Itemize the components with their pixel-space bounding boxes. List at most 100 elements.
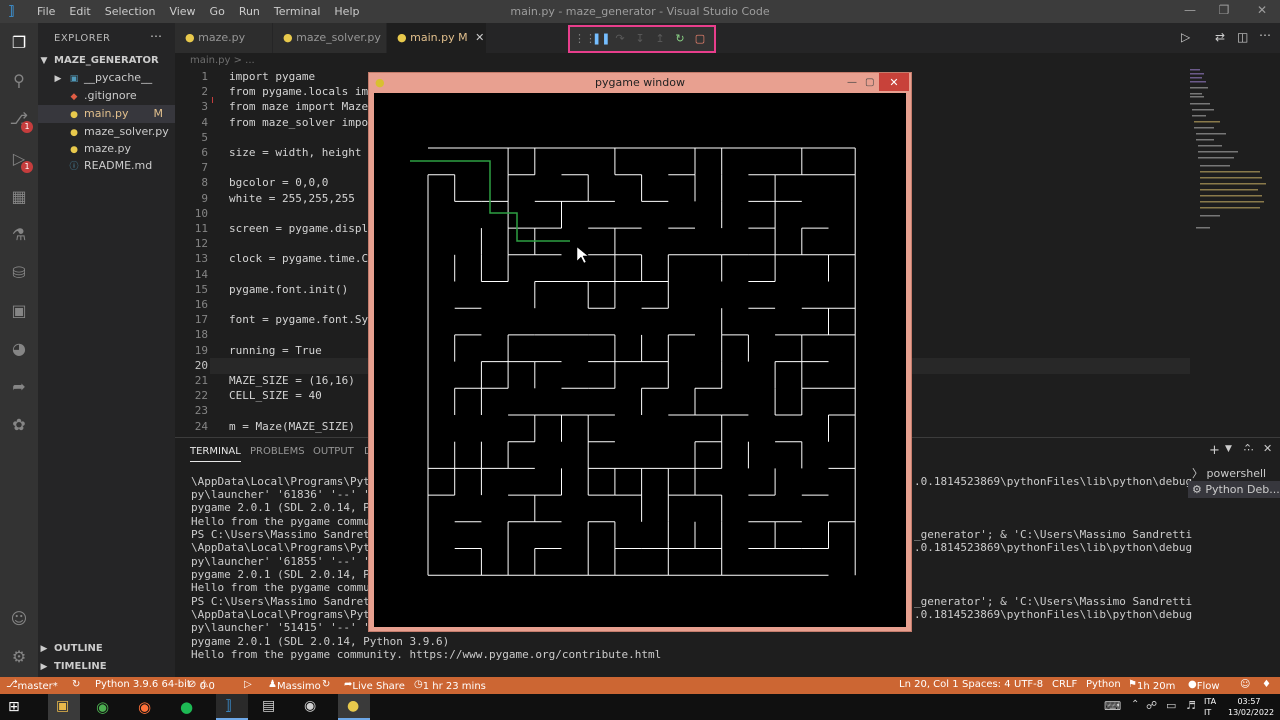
- folder-root[interactable]: ▼ MAZE_GENERATOR: [38, 52, 175, 70]
- paw-icon[interactable]: ✿: [9, 415, 29, 435]
- terminal-line: py\launcher' '61855' '--' 'c:\: [191, 555, 390, 568]
- spotify-icon[interactable]: ●: [180, 698, 193, 716]
- flow-indicator[interactable]: ● Flow: [1188, 679, 1220, 692]
- taskbar-python[interactable]: ●: [338, 694, 370, 720]
- chrome-icon[interactable]: ◉: [96, 698, 109, 716]
- split-editor-icon[interactable]: ◫: [1237, 30, 1248, 44]
- obs-icon[interactable]: ◉: [304, 698, 316, 714]
- feedback-icon[interactable]: ☺: [1240, 679, 1250, 690]
- minimize-icon[interactable]: —: [1182, 3, 1198, 19]
- tab-maze-solver-py[interactable]: ● maze_solver.py: [273, 23, 387, 53]
- extensions-icon[interactable]: ▦: [9, 187, 29, 207]
- user-indicator[interactable]: ♟ Massimo: [268, 679, 321, 692]
- account-icon[interactable]: ☺: [9, 609, 29, 629]
- tree-item-pycache[interactable]: ▶ ▣ __pycache__: [38, 69, 175, 87]
- maximize-panel-icon[interactable]: ⌃: [1243, 442, 1252, 455]
- step-out-icon[interactable]: ↥: [652, 31, 668, 47]
- run-file-icon[interactable]: ▷: [1181, 30, 1190, 44]
- close-window-icon[interactable]: ✕: [1254, 3, 1270, 19]
- compare-changes-icon[interactable]: ⇄: [1215, 30, 1225, 44]
- breadcrumb[interactable]: main.py > ...: [190, 55, 255, 66]
- maze-canvas[interactable]: [374, 93, 906, 627]
- chevron-down-icon[interactable]: ▼: [1225, 444, 1232, 454]
- drag-handle-icon[interactable]: ⋮⋮: [574, 31, 596, 47]
- tab-terminal[interactable]: TERMINAL: [190, 446, 241, 462]
- restart-icon[interactable]: ↻: [672, 31, 688, 47]
- taskbar-file-explorer[interactable]: ▣: [48, 694, 80, 720]
- live-share-icon[interactable]: ➦: [9, 377, 29, 397]
- minimize-icon[interactable]: —: [847, 73, 857, 93]
- language-mode[interactable]: Python: [1086, 679, 1121, 690]
- new-terminal-icon[interactable]: +: [1209, 443, 1220, 458]
- notepad-icon[interactable]: ▤: [262, 698, 275, 714]
- windows-start-icon[interactable]: ⊞: [8, 699, 24, 715]
- language-indicator[interactable]: ITA IT: [1204, 696, 1216, 718]
- package-icon[interactable]: ▣: [9, 301, 29, 321]
- maximize-icon[interactable]: ▢: [865, 73, 874, 93]
- taskbar-vscode[interactable]: ⟧: [216, 694, 248, 720]
- minimap[interactable]: [1190, 65, 1272, 235]
- line-number: 15: [194, 283, 208, 296]
- code-line: from maze import Maze: [229, 100, 369, 113]
- editor-more-icon[interactable]: ⋯: [1259, 28, 1271, 42]
- encoding[interactable]: UTF-8: [1014, 679, 1043, 690]
- timeline-section[interactable]: ▶ TIMELINE: [38, 658, 175, 676]
- database-icon[interactable]: ⛁: [9, 263, 29, 283]
- tab-main-py[interactable]: ● main.py M ✕: [387, 23, 487, 53]
- close-tab-icon[interactable]: ✕: [475, 31, 484, 44]
- source-control-icon[interactable]: ⎇ 1: [9, 109, 33, 133]
- info-icon: ⓘ: [69, 162, 79, 172]
- tree-item-readme[interactable]: ⓘ README.md: [38, 157, 175, 175]
- spotify-icon[interactable]: ◕: [9, 339, 29, 359]
- tab-output[interactable]: OUTPUT: [313, 446, 354, 457]
- step-over-icon[interactable]: ↷: [612, 31, 628, 47]
- branch-indicator[interactable]: ⎇ master*: [6, 679, 58, 692]
- refresh-icon[interactable]: ↻: [322, 679, 330, 690]
- search-icon[interactable]: ⚲: [9, 71, 29, 91]
- explorer-icon[interactable]: ❐: [9, 33, 29, 53]
- more-actions-icon[interactable]: ⋯: [150, 29, 162, 43]
- tab-problems[interactable]: PROBLEMS: [250, 446, 305, 457]
- problems-indicator[interactable]: ⊘ 0 ⚠ 0: [188, 679, 215, 692]
- line-number: 4: [201, 116, 208, 129]
- notifications-icon[interactable]: ♦: [1262, 679, 1271, 690]
- cursor-position[interactable]: Ln 20, Col 1: [899, 679, 959, 690]
- settings-gear-icon[interactable]: ⚙: [9, 647, 29, 667]
- testing-icon[interactable]: ⚗: [9, 225, 29, 245]
- tree-item-main-py[interactable]: ● main.py M: [38, 105, 175, 123]
- clock[interactable]: 03:57 13/02/2022: [1228, 696, 1274, 718]
- live-share-button[interactable]: ➦ Live Share: [344, 679, 405, 692]
- modified-badge: M: [153, 107, 164, 120]
- tray-chevron-icon[interactable]: ⌃: [1131, 699, 1139, 710]
- session-duration[interactable]: ⚑ 1h 20m: [1128, 679, 1175, 692]
- terminal-line: _generator'; & 'C:\Users\Massimo Sandret…: [914, 528, 1193, 541]
- stop-icon[interactable]: ▢: [692, 31, 708, 47]
- close-window-icon[interactable]: ✕: [879, 73, 909, 91]
- sync-icon[interactable]: ↻: [72, 679, 80, 690]
- firefox-icon[interactable]: ◉: [138, 698, 151, 716]
- run-debug-icon[interactable]: ▷ 1: [9, 149, 33, 173]
- indentation[interactable]: Spaces: 4: [962, 679, 1011, 690]
- tree-item-maze-py[interactable]: ● maze.py: [38, 140, 175, 158]
- volume-icon[interactable]: ♬: [1186, 699, 1196, 712]
- terminal-item-python-debug[interactable]: ⚙ Python Deb...: [1188, 481, 1280, 498]
- step-into-icon[interactable]: ↧: [632, 31, 648, 47]
- tree-item-maze-solver-py[interactable]: ● maze_solver.py: [38, 123, 175, 141]
- debug-icon[interactable]: ▷: [244, 679, 252, 690]
- tab-maze-py[interactable]: ● maze.py: [175, 23, 273, 53]
- python-interpreter[interactable]: Python 3.9.6 64-bit: [95, 679, 191, 690]
- outline-section[interactable]: ▶ OUTLINE: [38, 640, 175, 658]
- pause-icon[interactable]: ❚❚: [592, 31, 610, 47]
- keyboard-icon[interactable]: ⌨: [1104, 699, 1121, 713]
- network-icon[interactable]: ☍: [1146, 699, 1157, 712]
- maximize-icon[interactable]: ❐: [1216, 3, 1232, 19]
- code-line: pygame.font.init(): [229, 283, 349, 296]
- close-panel-icon[interactable]: ✕: [1263, 442, 1272, 455]
- end-of-line[interactable]: CRLF: [1052, 679, 1077, 690]
- tree-item-gitignore[interactable]: ◆ .gitignore: [38, 87, 175, 105]
- pygame-title-bar[interactable]: ● pygame window — ▢ ✕: [369, 73, 911, 93]
- terminal-item-powershell[interactable]: 〉 powershell: [1192, 465, 1280, 481]
- display-icon[interactable]: ▭: [1166, 699, 1176, 712]
- pygame-window[interactable]: ● pygame window — ▢ ✕: [368, 72, 912, 632]
- time-tracker[interactable]: ◷ 1 hr 23 mins: [414, 679, 486, 692]
